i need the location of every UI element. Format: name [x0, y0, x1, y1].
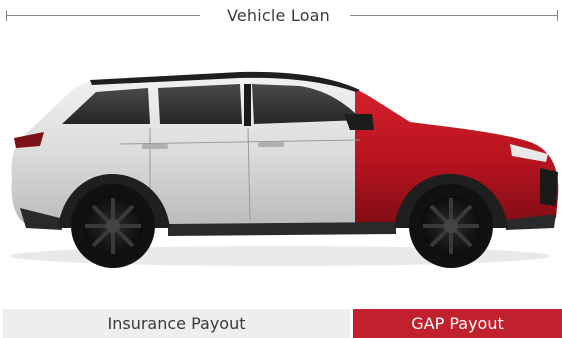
gap-insurance-diagram: Vehicle Loan Insurance Payout GAP Payout	[0, 0, 562, 338]
front-door-handle	[258, 142, 284, 147]
vehicle-loan-bracket: Vehicle Loan	[6, 6, 558, 25]
gap-payout-bar: GAP Payout	[353, 309, 562, 338]
front-grille	[540, 168, 558, 206]
front-wheel	[409, 184, 493, 268]
rear-wheel	[71, 184, 155, 268]
bracket-right-line	[350, 15, 558, 16]
rear-door-handle	[142, 144, 168, 149]
vehicle-loan-label: Vehicle Loan	[226, 6, 331, 25]
insurance-payout-bar: Insurance Payout	[3, 309, 350, 338]
bracket-right-tick	[557, 10, 558, 21]
bracket-left-line	[6, 15, 200, 16]
car-illustration	[10, 71, 559, 268]
